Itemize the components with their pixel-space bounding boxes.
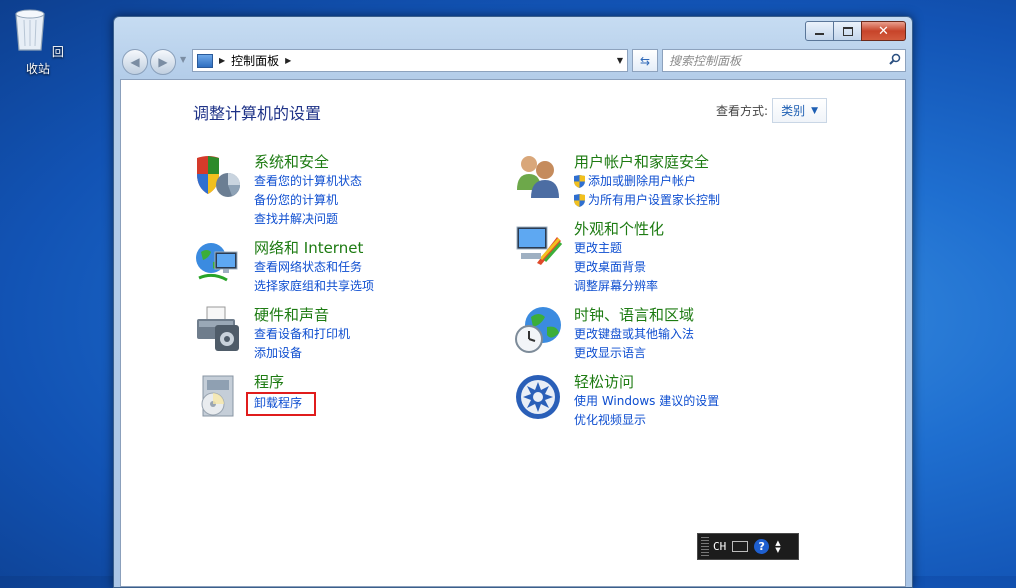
minimize-icon <box>815 33 824 35</box>
page-title: 调整计算机的设置 <box>193 104 322 123</box>
forward-arrow-icon: ▶ <box>158 55 168 69</box>
search-input[interactable] <box>663 52 885 69</box>
close-icon: ✕ <box>878 23 889 39</box>
category-title[interactable]: 系统和安全 <box>254 152 362 172</box>
link-screen-resolution[interactable]: 调整屏幕分辨率 <box>574 277 664 296</box>
view-by: 查看方式: 类别 ▼ <box>716 98 827 123</box>
link-devices-printers[interactable]: 查看设备和打印机 <box>254 325 350 344</box>
caption-buttons: ✕ <box>805 21 906 41</box>
recent-pages-dropdown[interactable]: ▼ <box>180 55 186 64</box>
link-change-input-method[interactable]: 更改键盘或其他输入法 <box>574 325 694 344</box>
keyboard-icon[interactable] <box>732 541 749 552</box>
link-homegroup-sharing[interactable]: 选择家庭组和共享选项 <box>254 277 374 296</box>
users-icon[interactable] <box>513 152 563 202</box>
refresh-button[interactable]: ⇆ <box>632 49 658 72</box>
printer-icon[interactable] <box>193 305 243 355</box>
category-title[interactable]: 轻松访问 <box>574 372 719 392</box>
back-arrow-icon: ◀ <box>130 55 140 69</box>
recycle-bin-icon <box>15 9 45 51</box>
category-title[interactable]: 网络和 Internet <box>254 238 374 258</box>
link-find-fix-problems[interactable]: 查找并解决问题 <box>254 210 362 229</box>
programs-icon[interactable] <box>193 372 243 422</box>
link-optimize-video[interactable]: 优化视频显示 <box>574 411 719 430</box>
category-title[interactable]: 硬件和声音 <box>254 305 350 325</box>
link-change-display-language[interactable]: 更改显示语言 <box>574 344 694 363</box>
help-icon[interactable]: ? <box>754 539 770 554</box>
link-parental-controls[interactable]: 为所有用户设置家长控制 <box>574 191 720 210</box>
link-add-remove-accounts[interactable]: 添加或删除用户帐户 <box>574 172 720 191</box>
breadcrumb-separator-icon[interactable]: ▶ <box>219 56 225 65</box>
chevron-down-icon: ▼ <box>811 105 818 116</box>
category-title[interactable]: 外观和个性化 <box>574 219 664 239</box>
network-globe-icon[interactable] <box>193 238 243 288</box>
ime-mode[interactable]: CH <box>713 540 726 553</box>
breadcrumb-control-panel[interactable]: 控制面板 <box>231 52 279 69</box>
control-panel-window: ✕ ◀ ▶ ▼ ▶ 控制面板 ▶ ▼ ⇆ 调整计算机的设置 查看方式: 类别 ▼ <box>113 16 913 588</box>
back-button[interactable]: ◀ <box>122 49 148 75</box>
category-title[interactable]: 用户帐户和家庭安全 <box>574 152 720 172</box>
forward-button[interactable]: ▶ <box>150 49 176 75</box>
options-arrow-icon[interactable]: ▲ ▼ <box>775 539 780 554</box>
maximize-button[interactable] <box>833 21 862 41</box>
uac-shield-icon <box>574 194 585 207</box>
content-pane: 调整计算机的设置 查看方式: 类别 ▼ 系统和安全 查看您的计算机状态 备份您的… <box>120 79 906 587</box>
breadcrumb-separator-icon[interactable]: ▶ <box>285 56 291 65</box>
search-box <box>662 49 906 72</box>
address-dropdown-icon[interactable]: ▼ <box>612 56 627 65</box>
close-button[interactable]: ✕ <box>861 21 906 41</box>
link-uninstall-program[interactable]: 卸载程序 <box>246 392 317 416</box>
control-panel-icon <box>197 53 213 68</box>
link-add-device[interactable]: 添加设备 <box>254 344 350 363</box>
link-view-network-status[interactable]: 查看网络状态和任务 <box>254 258 374 277</box>
security-shield-icon[interactable] <box>193 152 243 202</box>
view-by-label: 查看方式: <box>716 104 769 118</box>
link-recommended-settings[interactable]: 使用 Windows 建议的设置 <box>574 392 719 411</box>
ime-language-bar: CH ? ▲ ▼ <box>697 533 799 560</box>
link-backup-computer[interactable]: 备份您的计算机 <box>254 191 362 210</box>
refresh-icon: ⇆ <box>639 53 651 68</box>
clock-globe-icon[interactable] <box>513 305 563 355</box>
drag-handle[interactable] <box>701 537 709 556</box>
link-text: 添加或删除用户帐户 <box>588 174 697 188</box>
recycle-bin-desktop-icon[interactable]: 回收站 <box>10 6 66 77</box>
link-view-computer-status[interactable]: 查看您的计算机状态 <box>254 172 362 191</box>
highlight-frame: 卸载程序 <box>246 392 317 416</box>
ease-of-access-icon[interactable] <box>513 372 563 422</box>
view-by-value: 类别 <box>781 104 806 118</box>
appearance-icon[interactable] <box>513 219 563 269</box>
view-by-dropdown[interactable]: 类别 ▼ <box>772 98 827 123</box>
category-title[interactable]: 程序 <box>254 372 316 392</box>
search-icon[interactable] <box>885 53 905 68</box>
link-change-theme[interactable]: 更改主题 <box>574 239 664 258</box>
link-change-background[interactable]: 更改桌面背景 <box>574 258 664 277</box>
address-bar[interactable]: ▶ 控制面板 ▶ ▼ <box>192 49 628 72</box>
minimize-button[interactable] <box>805 21 834 41</box>
link-text: 为所有用户设置家长控制 <box>588 193 721 207</box>
navigation-bar: ◀ ▶ ▼ ▶ 控制面板 ▶ ▼ ⇆ <box>120 47 906 75</box>
category-title[interactable]: 时钟、语言和区域 <box>574 305 694 325</box>
maximize-icon <box>842 26 853 36</box>
uac-shield-icon <box>574 175 585 188</box>
